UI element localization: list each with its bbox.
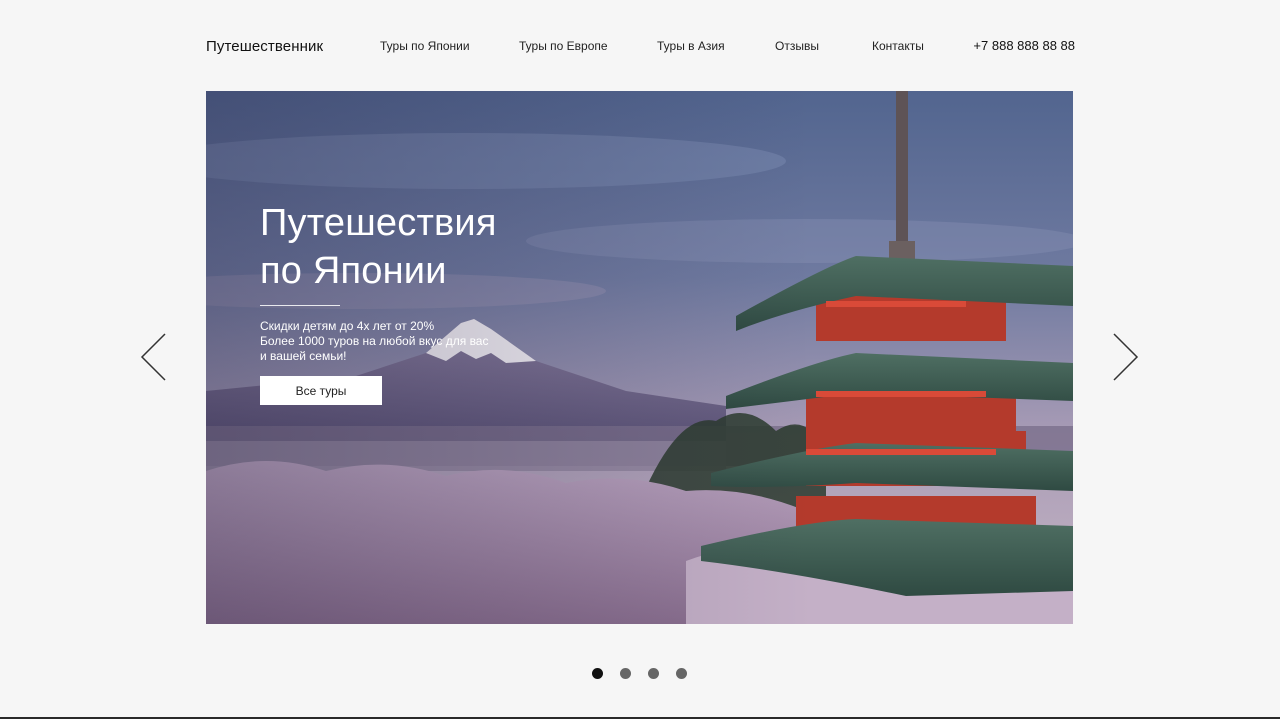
nav-item-reviews[interactable]: Отзывы [775,39,819,53]
hero-title: Путешествия по Японии [260,199,600,295]
chevron-left-icon [140,333,166,381]
nav-item-japan-tours[interactable]: Туры по Японии [380,39,470,53]
slider-prev-button[interactable] [139,332,169,382]
all-tours-button[interactable]: Все туры [260,376,382,405]
hero-slide: Путешествия по Японии Скидки детям до 4х… [206,91,1073,624]
hero-content: Путешествия по Японии Скидки детям до 4х… [260,199,600,405]
chevron-right-icon [1113,333,1139,381]
site-header: Путешественник Туры по Японии Туры по Ев… [206,28,1075,64]
hero-description-line: и вашей семьи! [260,349,347,363]
slider-dot-4[interactable] [676,668,687,679]
hero-description: Скидки детям до 4х лет от 20% Более 1000… [260,319,600,364]
hero-title-line: Путешествия [260,202,497,244]
slider-next-button[interactable] [1110,332,1140,382]
hero-description-line: Более 1000 туров на любой вкус для вас [260,334,489,348]
slider-pagination [592,668,687,679]
slider-dot-2[interactable] [620,668,631,679]
main-nav: Туры по Японии Туры по Европе Туры в Ази… [206,28,1075,64]
page: Путешественник Туры по Японии Туры по Ев… [0,0,1280,719]
nav-item-asia-tours[interactable]: Туры в Азия [657,39,725,53]
hero-divider [260,305,340,306]
slider-dot-1[interactable] [592,668,603,679]
hero-description-line: Скидки детям до 4х лет от 20% [260,319,435,333]
slider-dot-3[interactable] [648,668,659,679]
nav-item-europe-tours[interactable]: Туры по Европе [519,39,608,53]
phone-number[interactable]: +7 888 888 88 88 [973,38,1075,53]
hero-title-line: по Японии [260,250,447,292]
nav-item-contacts[interactable]: Контакты [872,39,924,53]
